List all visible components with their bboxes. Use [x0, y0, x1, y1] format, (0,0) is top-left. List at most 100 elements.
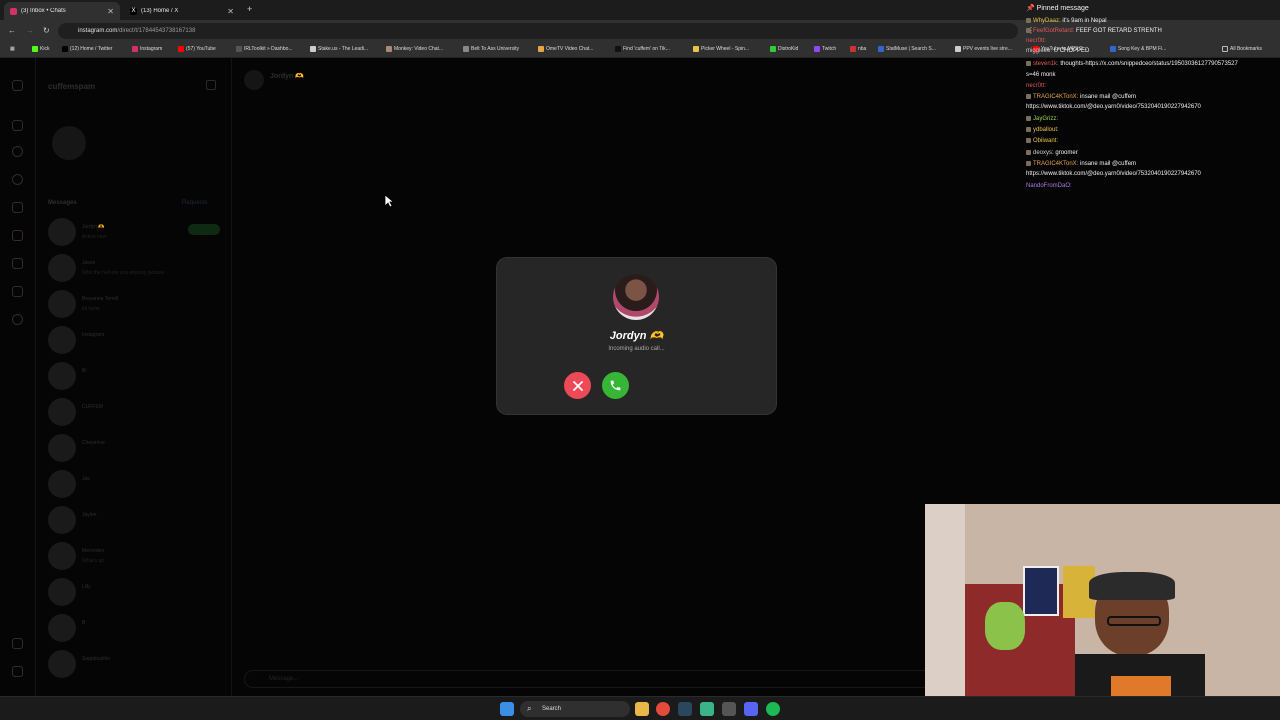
- bookmark-item[interactable]: Belt To Ass University: [463, 46, 519, 52]
- more-menu-icon[interactable]: [12, 638, 23, 649]
- streamer-hat: [1089, 572, 1175, 600]
- accept-call-button[interactable]: [602, 372, 629, 399]
- requests-link[interactable]: Requests: [182, 200, 207, 206]
- bookmark-item[interactable]: StatMuse | Search S...: [878, 46, 936, 52]
- avatar: [48, 218, 76, 246]
- call-status: Incoming audio call...: [608, 346, 665, 352]
- avatar: [48, 362, 76, 390]
- tab-title: (3) Inbox • Chats: [21, 8, 66, 14]
- incoming-call-dialog: Jordyn 🫶 Incoming audio call...: [497, 258, 776, 414]
- url-path: /direct/t/17844543738167138: [117, 28, 196, 34]
- bookmark-item[interactable]: OmeTV Video Chat...: [538, 46, 593, 52]
- bookmark-item[interactable]: Picker Wheel - Spin...: [693, 46, 749, 52]
- avatar: [48, 434, 76, 462]
- avatar: [48, 470, 76, 498]
- framed-poster: [1023, 566, 1059, 616]
- your-note-avatar[interactable]: [52, 126, 86, 160]
- tab-title: (13) Home / X: [141, 8, 179, 14]
- profile-icon[interactable]: [12, 314, 23, 325]
- bookmark-item[interactable]: Stake.us - The Leadi...: [310, 46, 368, 52]
- close-tab-icon[interactable]: ✕: [107, 7, 114, 16]
- back-icon[interactable]: ←: [8, 26, 16, 35]
- discord-icon[interactable]: [744, 702, 758, 716]
- chat-message: FeefGotRetard: FEEF GOT RETARD STRENTH: [1026, 26, 1162, 37]
- chat-message: deoxys: groomer: [1026, 148, 1078, 159]
- bookmark-item[interactable]: Find 'cuffem' on Tik...: [615, 46, 670, 52]
- avatar: [48, 578, 76, 606]
- start-icon[interactable]: [500, 702, 514, 716]
- pinned-message-label: 📌 Pinned message: [1026, 5, 1089, 12]
- taskbar-search[interactable]: ⌕ Search: [520, 701, 630, 717]
- phone-icon: [610, 380, 621, 391]
- instagram-logo-icon[interactable]: [12, 80, 23, 91]
- alien-mask: [985, 602, 1025, 650]
- close-icon: [572, 380, 583, 391]
- conversation-list: cuffemspam Messages Requests Jordyn 🫶 Act…: [36, 58, 232, 696]
- notifications-icon[interactable]: [12, 258, 23, 269]
- bookmark-item[interactable]: (57) YouTube: [178, 46, 216, 52]
- message-input[interactable]: Message...: [244, 670, 1044, 688]
- bookmark-item[interactable]: Twitch: [814, 46, 836, 52]
- close-tab-icon[interactable]: ✕: [227, 7, 234, 16]
- avatar: [48, 398, 76, 426]
- message-placeholder: Message...: [269, 676, 299, 682]
- search-icon[interactable]: [12, 146, 23, 157]
- decline-call-button[interactable]: [564, 372, 591, 399]
- tab-instagram-inbox[interactable]: (3) Inbox • Chats ✕: [4, 2, 120, 20]
- chat-message-continued: s=46 monk: [1026, 72, 1056, 78]
- chrome-icon[interactable]: [656, 702, 670, 716]
- bookmark-item[interactable]: Monkey: Video Chat...: [386, 46, 443, 52]
- home-icon[interactable]: [12, 120, 23, 131]
- bookmark-item[interactable]: nba: [850, 46, 866, 52]
- messages-heading: Messages: [48, 200, 77, 206]
- bookmark-item[interactable]: DistroKid: [770, 46, 798, 52]
- steam-icon[interactable]: [678, 702, 692, 716]
- search-icon: ⌕: [527, 704, 532, 713]
- caller-avatar: [613, 274, 659, 320]
- chat-message: miggleee: U CHOPPED: [1026, 48, 1090, 54]
- mouse-cursor-icon: [384, 194, 394, 208]
- webcam-overlay: [925, 504, 1280, 700]
- app-icon[interactable]: [722, 702, 736, 716]
- bookmark-item[interactable]: PPV events live stre...: [955, 46, 1012, 52]
- avatar: [48, 326, 76, 354]
- url-bar[interactable]: instagram.com/direct/t/17844543738167138: [58, 23, 1018, 39]
- avatar: [48, 650, 76, 678]
- apps-icon[interactable]: ▦: [10, 46, 15, 52]
- chat-message: ydballout:: [1026, 125, 1059, 136]
- avatar: [48, 506, 76, 534]
- bookmark-item[interactable]: Kick: [32, 46, 49, 52]
- x-favicon-icon: X: [130, 7, 137, 15]
- reels-icon[interactable]: [12, 202, 23, 213]
- call-active-badge: [188, 224, 220, 235]
- instagram-nav-rail: [0, 58, 36, 696]
- chat-message: steven1k: thoughts-https://x.com/snipped…: [1026, 59, 1238, 70]
- spotify-icon[interactable]: [766, 702, 780, 716]
- instagram-favicon-icon: [10, 7, 17, 15]
- file-explorer-icon[interactable]: [635, 702, 649, 716]
- avatar: [48, 542, 76, 570]
- avatar: [48, 254, 76, 282]
- chat-message-continued: https://www.tiktok.com/@deo.yarn0/video/…: [1026, 171, 1201, 177]
- new-tab-button[interactable]: +: [247, 4, 252, 14]
- explore-icon[interactable]: [12, 174, 23, 185]
- glasses: [1107, 616, 1161, 626]
- tab-x-home[interactable]: X (13) Home / X ✕: [124, 2, 240, 20]
- reload-icon[interactable]: ↻: [43, 26, 50, 35]
- create-icon[interactable]: [12, 286, 23, 297]
- app-icon[interactable]: [700, 702, 714, 716]
- chat-header-name[interactable]: Jordyn 🫶: [270, 72, 304, 80]
- threads-icon[interactable]: [12, 666, 23, 677]
- new-message-icon[interactable]: [206, 80, 216, 90]
- account-username[interactable]: cuffemspam: [48, 82, 95, 91]
- bookmark-item[interactable]: Instagram: [132, 46, 162, 52]
- windows-taskbar: ⌕ Search: [0, 696, 1280, 720]
- messages-icon[interactable]: [12, 230, 23, 241]
- bookmark-item[interactable]: IRLToolkit » Dashbo...: [236, 46, 293, 52]
- avatar[interactable]: [244, 70, 264, 90]
- chat-message: NandoFromDaO:: [1026, 183, 1072, 189]
- bookmark-item[interactable]: (12) Home / Twitter: [62, 46, 112, 52]
- forward-icon[interactable]: →: [26, 26, 34, 35]
- caller-name: Jordyn 🫶: [609, 330, 664, 342]
- avatar: [48, 290, 76, 318]
